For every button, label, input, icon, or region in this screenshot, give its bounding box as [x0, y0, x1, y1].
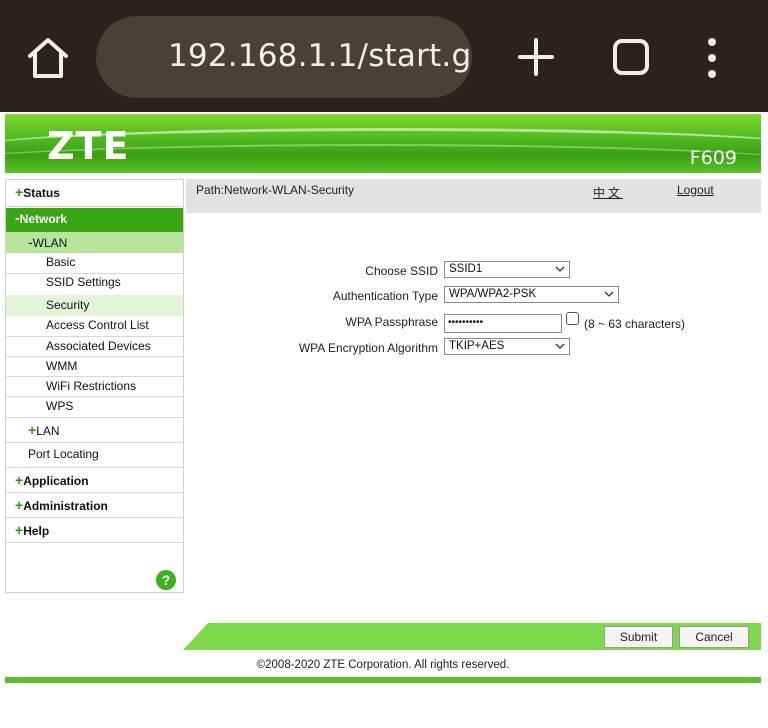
nav-label: LAN — [36, 424, 60, 438]
nav-port-locating[interactable]: Port Locating — [6, 444, 183, 466]
auth-type-select[interactable]: WPA/WPA2-PSK — [444, 286, 619, 303]
passphrase-value: •••••••••• — [448, 317, 484, 328]
expand-icon: + — [15, 522, 24, 538]
home-button[interactable] — [22, 34, 74, 82]
address-bar[interactable]: 192.168.1.1/start.gh — [96, 16, 472, 98]
chevron-down-icon — [604, 291, 614, 297]
expand-icon: + — [15, 472, 24, 488]
browser-menu-button[interactable] — [702, 36, 722, 80]
submit-button[interactable]: Submit — [604, 626, 673, 648]
breadcrumb: Path:Network-WLAN-Security — [196, 183, 355, 197]
expand-icon: + — [15, 184, 24, 200]
copyright-footer: ©2008-2020 ZTE Corporation. All rights r… — [256, 659, 510, 671]
divider — [6, 206, 183, 207]
nav-label: Security — [46, 298, 90, 312]
sidebar-nav: +Status -Network -WLAN Basic SSID Settin… — [5, 179, 184, 593]
expand-icon: + — [15, 497, 24, 513]
bar-decoration — [158, 623, 208, 650]
nav-application[interactable]: +Application — [6, 470, 183, 492]
router-page: ZTE F609 +Status -Network -WLAN Basic SS… — [5, 114, 761, 684]
home-icon — [28, 38, 68, 78]
nav-wlan-wmm[interactable]: WMM — [6, 357, 183, 376]
choose-ssid-select[interactable]: SSID1 — [444, 261, 570, 278]
nav-wlan-wifi-restrictions[interactable]: WiFi Restrictions — [6, 377, 183, 396]
passphrase-label: WPA Passphrase — [345, 315, 438, 329]
nav-label: SSID Settings — [46, 275, 121, 289]
passphrase-input[interactable]: •••••••••• — [444, 314, 562, 333]
nav-label: Administration — [23, 499, 108, 513]
nav-help[interactable]: +Help — [6, 520, 183, 542]
divider — [6, 442, 183, 443]
select-value: WPA/WPA2-PSK — [449, 288, 537, 300]
footer-bar — [5, 677, 761, 683]
nav-wlan-ssid-settings[interactable]: SSID Settings — [6, 274, 183, 293]
cancel-button[interactable]: Cancel — [679, 626, 749, 648]
divider — [6, 417, 183, 418]
divider — [6, 542, 183, 543]
logout-link[interactable]: Logout — [677, 183, 714, 197]
nav-label: WPS — [46, 399, 74, 413]
expand-icon: + — [28, 422, 37, 438]
select-value: TKIP+AES — [449, 340, 505, 352]
new-tab-button[interactable] — [516, 36, 556, 78]
nav-wlan-access-control-list[interactable]: Access Control List — [6, 317, 183, 336]
nav-label: WLAN — [32, 236, 68, 250]
encryption-label: WPA Encryption Algorithm — [298, 341, 438, 355]
passphrase-hint: (8 ~ 63 characters) — [584, 317, 686, 331]
nav-wlan[interactable]: -WLAN — [6, 232, 183, 253]
main-content: Path:Network-WLAN-Security 中文 Logout Cho… — [186, 179, 761, 619]
nav-wlan-security[interactable]: Security — [6, 295, 183, 316]
zte-logo: ZTE — [47, 124, 130, 168]
plus-icon — [518, 38, 554, 76]
browser-toolbar: 192.168.1.1/start.gh — [0, 0, 768, 112]
encryption-select[interactable]: TKIP+AES — [444, 338, 570, 355]
device-model: F609 — [689, 147, 737, 169]
tabs-square-icon — [613, 39, 649, 75]
help-icon[interactable]: ? — [156, 570, 176, 590]
nav-administration[interactable]: +Administration — [6, 495, 183, 517]
nav-label: Associated Devices — [46, 339, 151, 353]
divider — [6, 492, 183, 493]
chevron-down-icon — [555, 266, 565, 272]
choose-ssid-label: Choose SSID — [365, 264, 438, 278]
nav-label: Port Locating — [28, 447, 99, 461]
nav-label: Network — [19, 212, 68, 226]
nav-label: Basic — [46, 255, 76, 269]
divider — [6, 467, 183, 468]
nav-label: Application — [23, 474, 89, 488]
nav-wlan-wps[interactable]: WPS — [6, 397, 183, 417]
divider — [6, 517, 183, 518]
header-banner: ZTE F609 — [5, 114, 761, 173]
nav-network[interactable]: -Network — [6, 208, 183, 232]
nav-wlan-associated-devices[interactable]: Associated Devices — [6, 337, 183, 356]
nav-label: Access Control List — [46, 318, 149, 332]
nav-lan[interactable]: +LAN — [6, 420, 183, 442]
path-bar: Path:Network-WLAN-Security 中文 Logout — [186, 179, 761, 213]
auth-type-label: Authentication Type — [332, 289, 438, 303]
action-bar: Submit Cancel — [158, 623, 761, 653]
nav-status[interactable]: +Status — [6, 185, 183, 205]
tabs-button[interactable] — [612, 38, 650, 76]
language-link[interactable]: 中文 — [593, 184, 623, 201]
nav-label: Help — [23, 524, 50, 538]
kebab-menu-icon — [708, 38, 716, 78]
nav-label: Status — [23, 186, 60, 200]
url-text: 192.168.1.1/start.gh — [168, 38, 472, 74]
nav-label: WiFi Restrictions — [46, 379, 137, 393]
nav-wlan-basic[interactable]: Basic — [6, 254, 183, 272]
nav-label: WMM — [46, 359, 78, 373]
chevron-down-icon — [555, 343, 565, 349]
select-value: SSID1 — [449, 263, 483, 275]
show-passphrase-checkbox[interactable] — [566, 312, 579, 325]
